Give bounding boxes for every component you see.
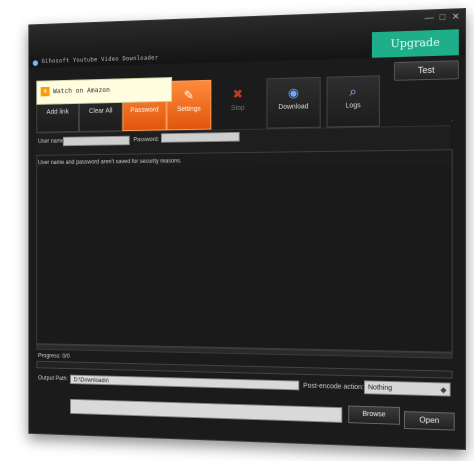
status-bar <box>70 398 343 423</box>
logs-label: Logs <box>345 102 361 110</box>
close-icon[interactable]: ✕ <box>451 11 461 21</box>
download-button[interactable]: ◉ Download <box>266 76 321 129</box>
window-controls: — □ ✕ <box>424 11 461 22</box>
post-encode-select[interactable]: Nothing ◆ <box>364 380 451 397</box>
download-list[interactable] <box>36 149 453 353</box>
maximize-icon[interactable]: □ <box>437 12 447 22</box>
post-encode-value: Nothing <box>367 384 393 392</box>
add-link-label: Add link <box>46 108 69 116</box>
password-field-label: Password: <box>133 137 160 144</box>
logs-button[interactable]: ⌕ Logs <box>326 75 380 128</box>
open-button[interactable]: Open <box>403 411 455 431</box>
globe-icon: ◉ <box>287 85 299 101</box>
amazon-text: Watch on Amazon <box>53 86 110 96</box>
settings-button[interactable]: ✎ Settings <box>166 79 212 131</box>
output-path-label: Output Path: <box>38 375 69 383</box>
app-window: Gihosoft Youtube Video Downloader — □ ✕ … <box>28 8 467 450</box>
stop-icon: ✖ <box>232 86 243 102</box>
stop-button[interactable]: ✖ Stop <box>215 78 261 129</box>
username-label: User name: <box>38 138 66 145</box>
amazon-banner[interactable]: a Watch on Amazon <box>36 77 173 105</box>
output-path-input[interactable]: D:\Downloads\ <box>70 374 300 391</box>
username-input[interactable] <box>62 135 130 147</box>
minimize-icon[interactable]: — <box>424 12 434 22</box>
clear-all-label: Clear All <box>88 107 113 115</box>
download-label: Download <box>278 103 309 111</box>
stop-label: Stop <box>230 104 245 112</box>
download-list-body <box>37 164 452 352</box>
progress-label: Progress: 0/0 <box>38 353 70 360</box>
settings-label: Settings <box>177 105 201 114</box>
password-label: Password <box>130 106 159 115</box>
post-encode-label: Post-encode action: <box>303 382 364 392</box>
browse-button[interactable]: Browse <box>348 405 400 425</box>
upgrade-button[interactable]: Upgrade <box>371 29 459 58</box>
password-input[interactable] <box>160 131 240 143</box>
chevron-down-icon: ◆ <box>440 385 447 395</box>
logs-icon: ⌕ <box>349 83 357 99</box>
wrench-icon: ✎ <box>183 87 194 103</box>
amazon-logo-icon: a <box>40 86 50 97</box>
